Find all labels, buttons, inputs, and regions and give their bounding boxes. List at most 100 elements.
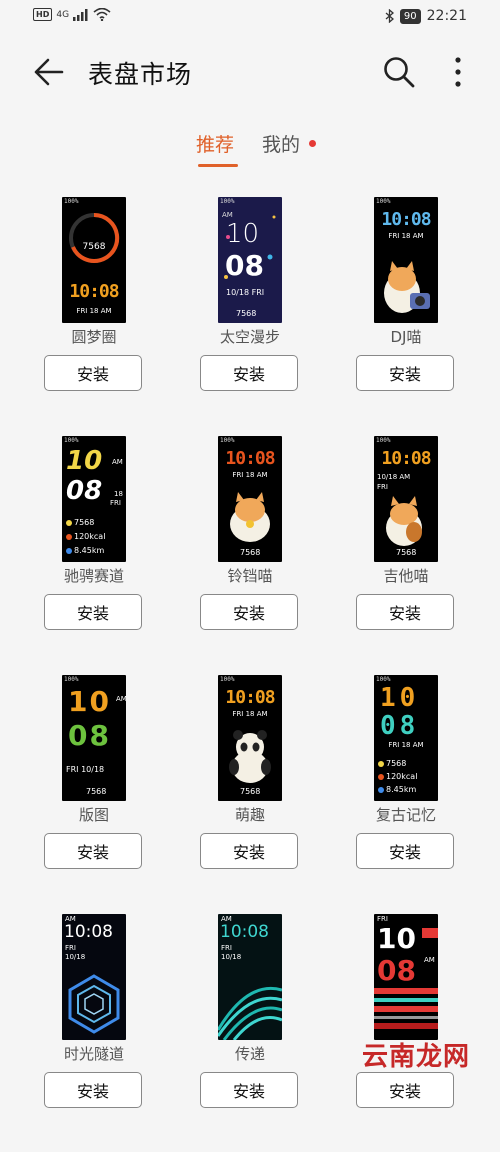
face-date: 10/18: [221, 953, 242, 961]
face-hour: 10: [66, 446, 103, 476]
new-badge-dot: [309, 140, 316, 147]
face-name: DJ喵: [390, 328, 422, 346]
face-hour: 10: [380, 683, 420, 713]
face-status: 100%: [64, 198, 79, 205]
install-button[interactable]: 安装: [356, 833, 454, 869]
install-button[interactable]: 安装: [356, 1072, 454, 1108]
face-name: 复古记忆: [375, 806, 436, 824]
face-steps: 7568: [240, 548, 261, 557]
arrow-left-icon[interactable]: [30, 54, 66, 90]
watch-face-card: 100% 10 AM 08 18 FRI 7568 120kcal 8.45km…: [28, 436, 184, 674]
watch-face-card: 100% 10:08 FRI 18 AM 7568 铃铛喵 安装: [184, 436, 340, 674]
app-bar: 表盘市场: [0, 40, 500, 106]
face-steps: 7568: [82, 242, 106, 252]
watch-face-preview[interactable]: 100% AM 10 08 10/18 FRI 7568: [218, 197, 282, 323]
guitar-cat-icon: [386, 496, 422, 546]
install-button[interactable]: 安装: [200, 594, 298, 630]
face-minute: 08: [377, 954, 416, 987]
face-steps: 7568: [86, 787, 107, 796]
face-name: 圆梦圈: [71, 328, 117, 346]
status-time: 22:21: [426, 8, 467, 24]
ring-graphic: [69, 212, 120, 263]
face-weekday: FRI: [377, 483, 388, 491]
watch-face-preview[interactable]: 100% 10 AM 08 FRI 10/18 7568: [62, 675, 126, 801]
face-name: 时光隧道: [63, 1045, 124, 1063]
face-steps: 7568: [240, 787, 261, 796]
face-name: 版图: [78, 806, 109, 824]
face-steps: 7568: [386, 759, 407, 768]
stats-icons: [66, 520, 72, 554]
face-time: 10:08: [220, 922, 269, 942]
bluetooth-icon: [385, 9, 394, 23]
watch-face-preview[interactable]: 100% 10 08 FRI 18 AM 7568 120kcal 8.45km: [374, 675, 438, 801]
status-left: HD 4G: [33, 8, 111, 21]
face-date: 10/18: [65, 953, 86, 961]
watch-face-preview[interactable]: AM 10:08 FRI 10/18: [62, 914, 126, 1040]
panda-icon: [229, 730, 271, 783]
stripes-graphic: [374, 988, 438, 1029]
bell-cat-icon: [230, 492, 270, 542]
battery-icon: 90: [399, 8, 421, 24]
face-minute: 08: [66, 476, 103, 506]
watch-face-preview[interactable]: 100% 10:08 10/18 AM FRI 7568: [374, 436, 438, 562]
watch-face-preview[interactable]: 100% 10:08 FRI 18 AM: [374, 197, 438, 323]
status-bar: HD 4G 90 22:21: [0, 0, 500, 34]
status-right: 90 22:21: [385, 8, 467, 24]
face-name: 驰骋赛道: [63, 567, 124, 585]
tab-mine[interactable]: 我的: [262, 130, 300, 157]
watch-face-preview[interactable]: 100% 10:08 FRI 18 AM 7568: [218, 675, 282, 801]
watch-face-card: FRI 10 08 AM 安装: [340, 914, 496, 1152]
face-time: 10:08: [381, 448, 431, 469]
face-hour: 10: [68, 685, 111, 718]
install-button[interactable]: 安装: [44, 594, 142, 630]
install-button[interactable]: 安装: [44, 833, 142, 869]
watch-face-preview[interactable]: AM 10:08 FRI 10/18: [218, 914, 282, 1040]
face-minute: 08: [68, 719, 111, 752]
watch-face-preview[interactable]: FRI 10 08 AM: [374, 914, 438, 1040]
watch-face-card: 100% 10:08 FRI 18 AM DJ喵 安装: [340, 197, 496, 435]
wifi-icon: [93, 8, 111, 21]
face-time: 10:08: [225, 687, 275, 708]
watermark-logo: 云南龙网: [362, 1042, 471, 1072]
face-time: 10:08: [381, 209, 431, 230]
face-status: 100%: [64, 437, 79, 444]
search-icon[interactable]: [382, 55, 416, 89]
install-button[interactable]: 安装: [200, 1072, 298, 1108]
face-ampm: AM: [112, 458, 123, 466]
face-status: 100%: [220, 437, 235, 444]
install-button[interactable]: 安装: [356, 355, 454, 391]
face-status: 100%: [376, 437, 391, 444]
install-button[interactable]: 安装: [44, 1072, 142, 1108]
install-button[interactable]: 安装: [44, 355, 142, 391]
face-kcal: 120kcal: [74, 532, 106, 541]
face-date: 10/18 AM: [377, 473, 411, 481]
stats-icons: [378, 761, 384, 793]
face-hour: 10: [377, 922, 416, 955]
face-name: 铃铛喵: [227, 567, 273, 585]
face-date: FRI 18 AM: [388, 232, 424, 240]
face-date: FRI 18 AM: [232, 471, 268, 479]
watch-face-preview[interactable]: 100% 10 AM 08 18 FRI 7568 120kcal 8.45km: [62, 436, 126, 562]
face-time: 10:08: [64, 922, 113, 942]
install-button[interactable]: 安装: [200, 355, 298, 391]
face-minute: 08: [380, 711, 420, 741]
watch-face-card: 100% 10 AM 08 FRI 10/18 7568 版图 安装: [28, 675, 184, 913]
face-weekday: FRI: [110, 499, 121, 507]
watch-face-card: 100% 10 08 FRI 18 AM 7568 120kcal 8.45km…: [340, 675, 496, 913]
page-title: 表盘市场: [88, 60, 193, 89]
stars-decoration: [224, 215, 276, 279]
face-date: FRI 18 AM: [76, 307, 112, 315]
face-name: 传递: [234, 1045, 265, 1063]
watch-face-preview[interactable]: 100% 10:08 FRI 18 AM 7568: [218, 436, 282, 562]
face-weekday: FRI: [65, 944, 76, 952]
tab-bar: 推荐 我的: [0, 130, 500, 170]
install-button[interactable]: 安装: [356, 594, 454, 630]
watch-face-card: 100% 10:08 10/18 AM FRI 7568 吉他喵 安装: [340, 436, 496, 674]
tunnel-graphic: [68, 974, 120, 1034]
tab-recommend[interactable]: 推荐: [196, 130, 234, 157]
install-button[interactable]: 安装: [200, 833, 298, 869]
watch-face-card: AM 10:08 FRI 10/18 时光隧道 安装: [28, 914, 184, 1152]
more-vertical-icon[interactable]: [446, 55, 470, 89]
face-date: FRI 18 AM: [388, 741, 424, 749]
watch-face-preview[interactable]: 100% 7568 10:08 FRI 18 AM: [62, 197, 126, 323]
